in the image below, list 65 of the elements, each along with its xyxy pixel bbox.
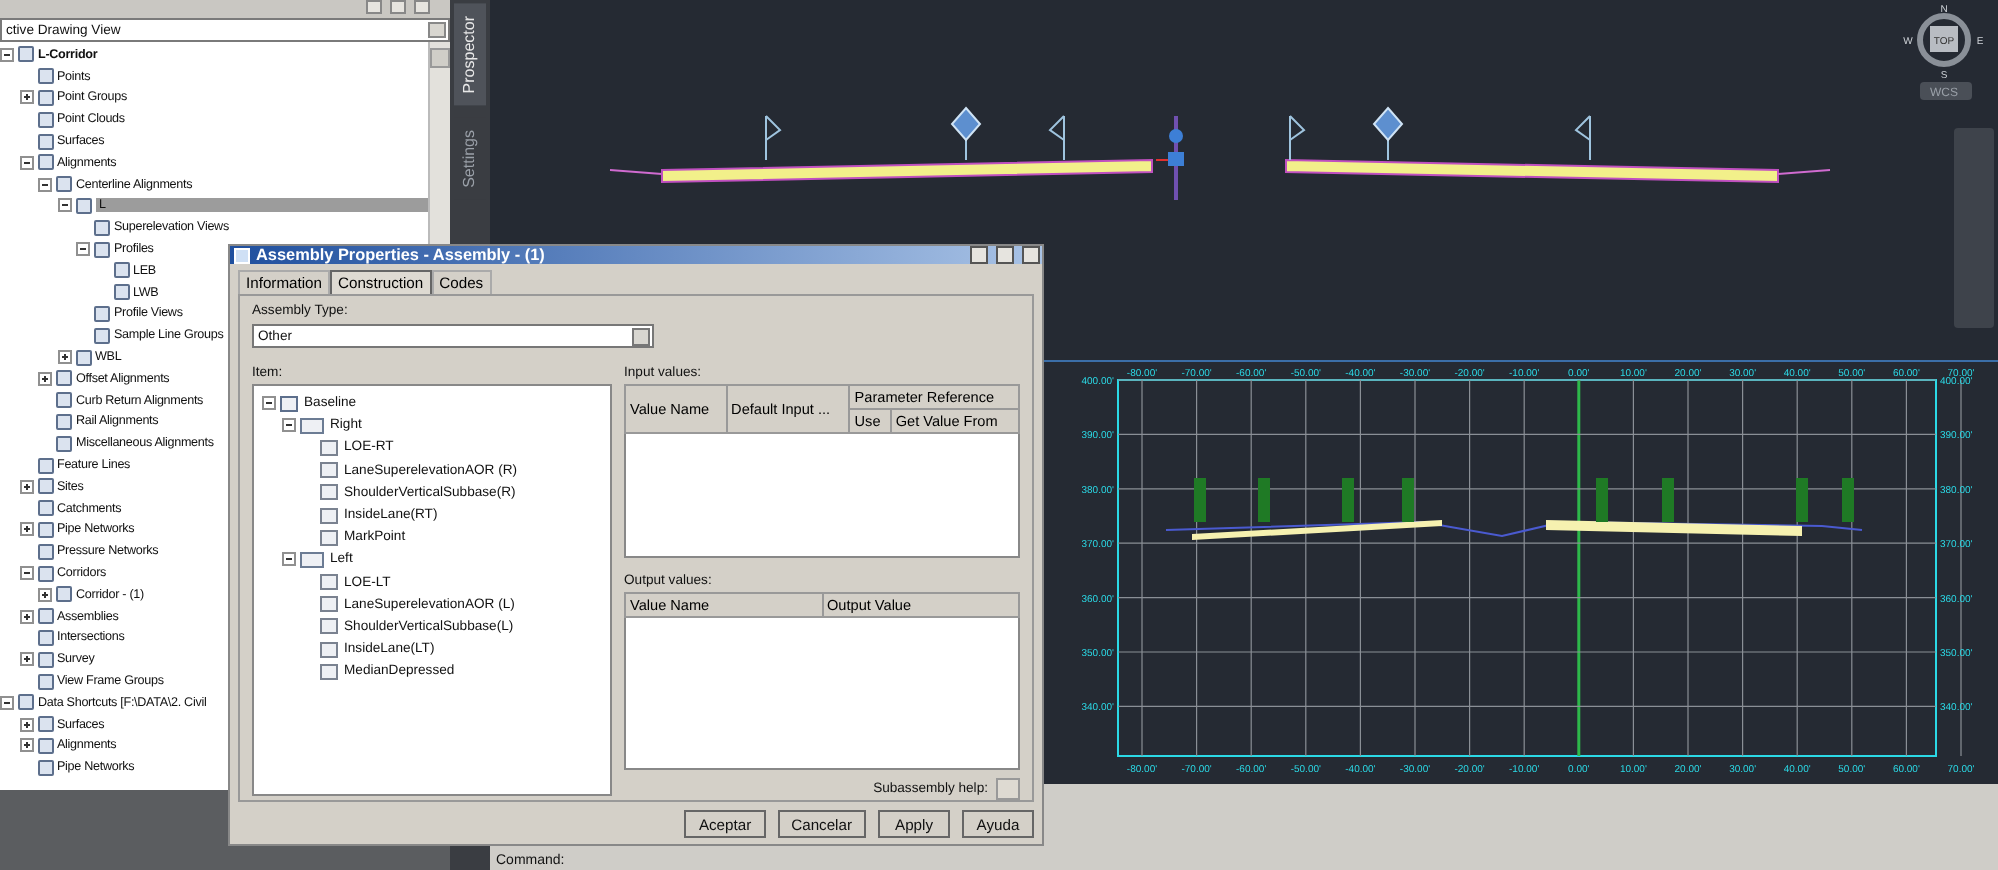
expand-toggle[interactable] — [19, 717, 33, 732]
node-icon — [56, 413, 72, 430]
expand-toggle[interactable] — [19, 155, 33, 170]
expand-toggle[interactable] — [19, 652, 33, 667]
subassembly-icon — [300, 417, 324, 434]
node-icon — [56, 435, 72, 452]
node-icon — [94, 327, 110, 344]
node-icon — [37, 673, 53, 689]
expand-toggle[interactable] — [57, 350, 71, 365]
expand-toggle[interactable] — [19, 609, 33, 624]
compass-drawing — [1917, 13, 1971, 67]
node-icon — [37, 133, 53, 150]
node-icon — [37, 608, 53, 625]
expand-toggle[interactable] — [19, 566, 33, 581]
node-icon — [56, 392, 72, 409]
expand-toggle[interactable] — [57, 198, 71, 213]
minimize-button[interactable] — [970, 246, 988, 264]
node-icon — [94, 241, 110, 258]
expand-toggle[interactable] — [19, 90, 33, 105]
node-icon — [18, 694, 34, 711]
expand-toggle[interactable] — [282, 418, 296, 433]
expand-toggle[interactable] — [76, 242, 90, 257]
maximize-button[interactable] — [996, 246, 1014, 264]
node-icon — [37, 759, 53, 776]
node-icon — [37, 89, 53, 106]
node-icon — [37, 478, 53, 495]
node-icon — [37, 111, 53, 128]
app-icon — [234, 247, 250, 263]
node-icon — [113, 262, 129, 279]
expand-toggle[interactable] — [0, 47, 14, 62]
node-icon — [37, 457, 53, 474]
expand-toggle[interactable] — [19, 738, 33, 753]
expand-toggle[interactable] — [19, 479, 33, 494]
node-icon — [113, 284, 129, 301]
subassembly-icon — [280, 395, 298, 412]
node-icon — [37, 68, 53, 85]
node-icon — [94, 305, 110, 322]
node-icon — [37, 565, 53, 582]
node-icon — [37, 629, 53, 646]
node-icon — [37, 651, 53, 668]
node-icon — [37, 500, 53, 517]
expand-toggle[interactable] — [38, 587, 52, 602]
close-button[interactable] — [1022, 246, 1040, 264]
subassembly-icon — [300, 551, 324, 568]
expand-toggle[interactable] — [19, 522, 33, 537]
expand-toggle[interactable] — [38, 371, 52, 386]
node-icon — [75, 349, 91, 366]
node-icon — [18, 46, 34, 63]
expand-toggle[interactable] — [0, 695, 14, 710]
node-icon — [37, 737, 53, 754]
expand-toggle[interactable] — [262, 396, 276, 411]
side-tab[interactable]: Prospector — [454, 4, 486, 106]
node-icon — [37, 543, 53, 560]
expand-toggle[interactable] — [282, 552, 296, 567]
expand-toggle[interactable] — [38, 177, 52, 192]
node-icon — [37, 154, 53, 171]
node-icon — [37, 716, 53, 733]
window-title: Assembly Properties - Assembly - (1) — [256, 246, 547, 264]
node-icon — [56, 370, 72, 387]
caret-icon — [428, 22, 446, 38]
node-icon — [37, 521, 53, 538]
node-icon — [94, 219, 110, 236]
node-icon — [75, 197, 91, 214]
node-icon — [56, 176, 72, 193]
node-icon — [56, 586, 72, 603]
